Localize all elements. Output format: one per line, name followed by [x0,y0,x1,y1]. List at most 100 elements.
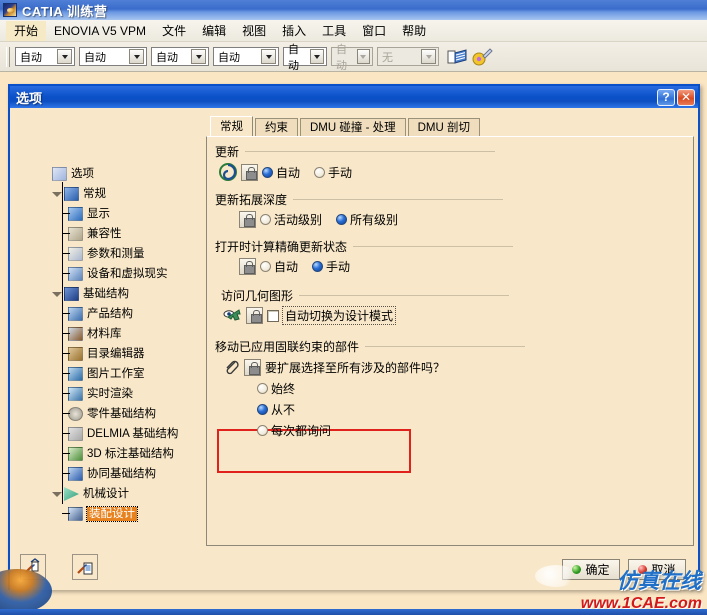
tab-dmu-clash[interactable]: DMU 碰撞 - 处理 [300,118,406,136]
tree-expander-icon[interactable] [40,169,51,180]
tree-item-options[interactable]: 选项 [40,164,198,184]
radio-update-manual[interactable]: 手动 [314,164,352,181]
chevron-down-icon[interactable] [261,49,276,64]
tab-dmu-section[interactable]: DMU 剖切 [407,118,480,136]
menu-item-view[interactable]: 视图 [234,21,274,41]
group-move-fixed-parts-header: 移动已应用固联约束的部件 [215,338,685,355]
tree-item-label-selected: 装配设计 [86,506,138,522]
chevron-down-icon[interactable] [191,49,206,64]
tab-bar: 常规 约束 DMU 碰撞 - 处理 DMU 剖切 [206,116,694,136]
toolbar-combo-7-disabled: 无 [377,47,439,66]
tree-expander-icon[interactable] [52,189,63,200]
toolbar-combo-4[interactable]: 自动 [213,47,279,66]
toolbar-combo-4-value: 自动 [218,51,240,64]
tree-item-label: 实时渲染 [87,388,133,400]
tree-item-photo-studio[interactable]: 图片工作室 [40,364,198,384]
menu-item-start[interactable]: 开始 [6,20,47,41]
chevron-down-icon[interactable] [129,49,144,64]
tree-item-display[interactable]: 显示 [40,204,198,224]
application-bottom-border [0,609,707,615]
menu-item-edit[interactable]: 编辑 [194,21,234,41]
menubar: 开始 ENOVIA V5 VPM 文件 编辑 视图 插入 工具 窗口 帮助 [0,20,707,42]
radio-compute-manual[interactable]: 手动 [312,258,350,275]
lock-icon[interactable] [239,258,256,275]
lock-icon[interactable] [244,358,261,376]
tree-item-product-structure[interactable]: 产品结构 [40,304,198,324]
menu-item-insert[interactable]: 插入 [274,21,314,41]
document-settings-icon[interactable] [72,554,98,580]
help-button[interactable]: ? [657,88,675,106]
paint-palette-icon[interactable] [471,46,493,68]
menu-item-tools[interactable]: 工具 [314,21,354,41]
tree-item-general[interactable]: 常规 [40,184,198,204]
toolbar-combo-1[interactable]: 自动 [15,47,75,66]
photo-studio-icon [68,367,83,381]
ok-button[interactable]: 确定 [562,559,620,580]
radio-always[interactable]: 始终 [257,380,675,397]
toolbar-combo-3[interactable]: 自动 [151,47,209,66]
dialog-titlebar: 选项 ? ✕ [10,86,698,108]
lock-icon[interactable] [241,163,258,181]
chevron-down-icon[interactable] [310,49,324,64]
tree-item-label: 机械设计 [83,488,129,500]
tree-item-label: 图片工作室 [87,368,145,380]
tree-item-label: 目录编辑器 [87,348,145,360]
toolbar-combo-5[interactable]: 自动 [283,44,327,72]
toolbar-combo-5-value: 自动 [288,43,299,72]
tree-item-delmia-infrastructure[interactable]: DELMIA 基础结构 [40,424,198,444]
apply-material-icon[interactable] [446,46,468,68]
group-update-header: 更新 [215,143,685,160]
lock-icon[interactable] [246,307,263,324]
tree-expander-icon[interactable] [52,289,63,300]
radio-active-level[interactable]: 活动级别 [260,211,322,228]
tree-item-compatibility[interactable]: 兼容性 [40,224,198,244]
options-root-icon [52,167,67,181]
tree-item-parameters-measure[interactable]: 参数和测量 [40,244,198,264]
group-divider [299,295,510,296]
tree-item-material-library[interactable]: 材料库 [40,324,198,344]
tree-item-collaborative[interactable]: 协同基础结构 [40,464,198,484]
checkbox-auto-switch-design-mode[interactable] [267,309,279,322]
close-button[interactable]: ✕ [677,88,695,106]
menu-item-window[interactable]: 窗口 [354,21,394,41]
radio-dot-icon [336,214,348,225]
chevron-down-icon[interactable] [57,49,72,64]
radio-never[interactable]: 从不 [257,401,675,418]
tree-item-catalog-editor[interactable]: 目录编辑器 [40,344,198,364]
cancel-led-icon [638,565,648,574]
assembly-design-icon [68,507,83,521]
lock-icon[interactable] [239,211,256,228]
radio-dot-icon [260,261,271,272]
tree-expander-icon[interactable] [52,489,63,500]
radio-all-levels[interactable]: 所有级别 [336,211,398,228]
tree-item-mechanical-design[interactable]: 机械设计 [40,484,198,504]
radio-compute-auto[interactable]: 自动 [260,258,298,275]
chevron-down-icon [421,49,436,64]
tree-item-assembly-design[interactable]: 装配设计 [40,504,198,524]
toolbar-combo-2[interactable]: 自动 [79,47,147,66]
tree-item-realtime-render[interactable]: 实时渲染 [40,384,198,404]
group-move-fixed-parts-question-row: 要扩展选择至所有涉及的部件吗？ [215,358,685,376]
tab-general[interactable]: 常规 [210,116,253,136]
application-titlebar: CATIA 训练营 [0,0,707,20]
tree-item-label: 参数和测量 [87,248,145,260]
radio-update-auto[interactable]: 自动 [262,164,300,181]
tree-item-label: 3D 标注基础结构 [87,448,174,460]
group-compute-on-open: 打开时计算精确更新状态 自动 手动 [215,238,685,275]
menu-item-file[interactable]: 文件 [154,21,194,41]
menu-item-enovia[interactable]: ENOVIA V5 VPM [46,21,154,41]
toolbar-grip[interactable] [6,46,10,67]
tab-constraints[interactable]: 约束 [255,118,298,136]
cancel-button[interactable]: 取消 [628,559,686,580]
radio-label: 活动级别 [274,213,323,227]
tree-item-3d-annotation[interactable]: 3D 标注基础结构 [40,444,198,464]
tree-item-devices-vr[interactable]: 设备和虚拟现实 [40,264,198,284]
tree-item-infrastructure[interactable]: 基础结构 [40,284,198,304]
menu-item-help[interactable]: 帮助 [394,21,434,41]
ok-button-label: 确定 [585,563,610,577]
tree-item-label: 产品结构 [87,308,133,320]
tree-item-part-infrastructure[interactable]: 零件基础结构 [40,404,198,424]
radio-ask-every-time[interactable]: 每次都询问 [257,422,675,439]
group-compute-on-open-row: 自动 手动 [215,258,685,275]
radio-label: 每次都询问 [271,424,332,438]
